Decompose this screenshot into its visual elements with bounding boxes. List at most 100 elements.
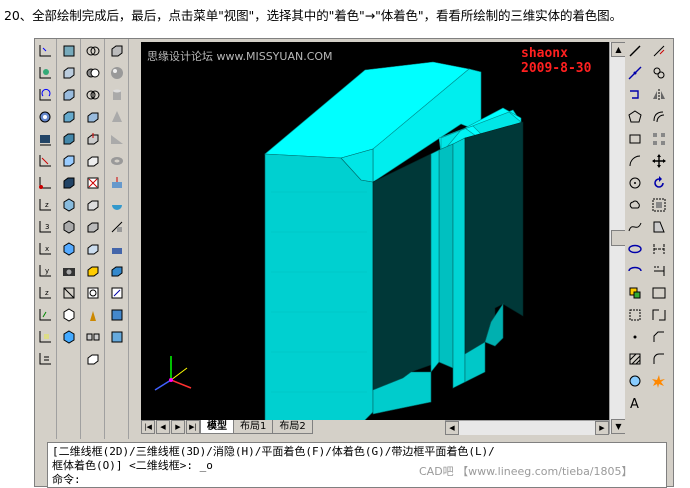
delete-faces-icon[interactable]	[84, 174, 102, 192]
rotate-icon[interactable]	[650, 174, 668, 192]
hatch-icon[interactable]	[626, 350, 644, 368]
top-view-icon[interactable]	[60, 42, 78, 60]
intersect-icon[interactable]	[84, 86, 102, 104]
mirror-icon[interactable]	[650, 86, 668, 104]
arc-icon[interactable]	[626, 152, 644, 170]
horizontal-scrollbar[interactable]: ◀ ▶	[445, 420, 609, 435]
rotate-faces-icon[interactable]	[84, 196, 102, 214]
ellipse-icon[interactable]	[626, 240, 644, 258]
back-view-icon[interactable]	[60, 152, 78, 170]
ucs-view-icon[interactable]	[36, 152, 54, 170]
ucs-x-icon[interactable]: x	[36, 240, 54, 258]
ucs-origin-icon[interactable]	[36, 174, 54, 192]
ucs-face-icon[interactable]	[36, 108, 54, 126]
subtract-icon[interactable]	[84, 64, 102, 82]
tab-layout2[interactable]: 布局2	[272, 420, 313, 434]
tab-layout1[interactable]: 布局1	[233, 420, 274, 434]
move-icon[interactable]	[650, 152, 668, 170]
render-icon[interactable]	[60, 328, 78, 346]
spline-icon[interactable]	[626, 218, 644, 236]
setup-profile-icon[interactable]	[108, 328, 126, 346]
cylinder-icon[interactable]	[108, 86, 126, 104]
slice-icon[interactable]	[108, 218, 126, 236]
box-icon[interactable]	[108, 42, 126, 60]
front-view-icon[interactable]	[60, 130, 78, 148]
scroll-right-icon[interactable]: ▶	[595, 421, 609, 435]
point-icon[interactable]	[626, 328, 644, 346]
explode-icon[interactable]	[650, 372, 668, 390]
extend-icon[interactable]	[650, 262, 668, 280]
ucs-list-icon[interactable]	[36, 350, 54, 368]
nw-iso-icon[interactable]	[60, 240, 78, 258]
right-view-icon[interactable]	[60, 108, 78, 126]
break-icon[interactable]	[650, 284, 668, 302]
hide-icon[interactable]	[60, 284, 78, 302]
camera-icon[interactable]	[60, 262, 78, 280]
make-block-icon[interactable]	[626, 306, 644, 324]
ucs-y-icon[interactable]: y	[36, 262, 54, 280]
copy-icon[interactable]	[650, 64, 668, 82]
revision-cloud-icon[interactable]	[626, 196, 644, 214]
ucs-named-icon[interactable]	[36, 328, 54, 346]
scale-icon[interactable]	[650, 196, 668, 214]
copy-faces-icon[interactable]	[84, 240, 102, 258]
wedge-icon[interactable]	[108, 130, 126, 148]
circle-icon[interactable]	[626, 174, 644, 192]
se-iso-icon[interactable]	[60, 196, 78, 214]
scroll-thumb[interactable]	[611, 230, 626, 246]
erase-icon[interactable]	[650, 42, 668, 60]
ellipse-arc-icon[interactable]	[626, 262, 644, 280]
setup-drawing-icon[interactable]	[108, 284, 126, 302]
scroll-left-icon[interactable]: ◀	[445, 421, 459, 435]
last-tab-icon[interactable]: ▶|	[186, 420, 200, 434]
polygon-icon[interactable]	[626, 108, 644, 126]
sw-iso-icon[interactable]	[60, 174, 78, 192]
tab-model[interactable]: 模型	[200, 420, 234, 434]
revolve-icon[interactable]	[108, 196, 126, 214]
ucs-object-icon[interactable]	[36, 130, 54, 148]
ucs-world-icon[interactable]	[36, 64, 54, 82]
ucs-3point-icon[interactable]: 3	[36, 218, 54, 236]
region-icon[interactable]	[626, 372, 644, 390]
ucs-apply-icon[interactable]	[36, 306, 54, 324]
rectangle-icon[interactable]	[626, 130, 644, 148]
ucs-zaxis-icon[interactable]: z	[36, 196, 54, 214]
ne-iso-icon[interactable]	[60, 218, 78, 236]
ucs-icon[interactable]	[36, 42, 54, 60]
interfere-icon[interactable]	[108, 262, 126, 280]
ucs-z-icon[interactable]: z	[36, 284, 54, 302]
left-view-icon[interactable]	[60, 86, 78, 104]
section-icon[interactable]	[108, 240, 126, 258]
taper-faces-icon[interactable]	[84, 218, 102, 236]
union-icon[interactable]	[84, 42, 102, 60]
shade-icon[interactable]	[60, 306, 78, 324]
torus-icon[interactable]	[108, 152, 126, 170]
stretch-icon[interactable]	[650, 218, 668, 236]
first-tab-icon[interactable]: |◀	[141, 420, 155, 434]
shell-icon[interactable]	[84, 350, 102, 368]
clean-icon[interactable]	[84, 306, 102, 324]
color-faces-icon[interactable]	[84, 262, 102, 280]
scroll-down-icon[interactable]: ▼	[611, 419, 626, 434]
line-icon[interactable]	[626, 42, 644, 60]
multiline-text-icon[interactable]: A	[626, 394, 644, 412]
next-tab-icon[interactable]: ▶	[171, 420, 185, 434]
offset-icon[interactable]	[650, 108, 668, 126]
polyline-icon[interactable]	[626, 86, 644, 104]
extrude-icon[interactable]	[108, 174, 126, 192]
ucs-previous-icon[interactable]	[36, 86, 54, 104]
imprint-icon[interactable]	[84, 284, 102, 302]
separate-icon[interactable]	[84, 328, 102, 346]
array-icon[interactable]	[650, 130, 668, 148]
break-at-point-icon[interactable]	[650, 306, 668, 324]
vertical-scrollbar[interactable]: ▲ ▼	[609, 42, 626, 434]
insert-block-icon[interactable]	[626, 284, 644, 302]
setup-view-icon[interactable]	[108, 306, 126, 324]
offset-faces-icon[interactable]	[84, 152, 102, 170]
cone-icon[interactable]	[108, 108, 126, 126]
scroll-up-icon[interactable]: ▲	[611, 42, 626, 57]
fillet-icon[interactable]	[650, 350, 668, 368]
bottom-view-icon[interactable]	[60, 64, 78, 82]
drawing-viewport[interactable]: 思缘设计论坛 www.MISSYUAN.COM shaonx 2009-8-30	[141, 42, 609, 420]
prev-tab-icon[interactable]: ◀	[156, 420, 170, 434]
